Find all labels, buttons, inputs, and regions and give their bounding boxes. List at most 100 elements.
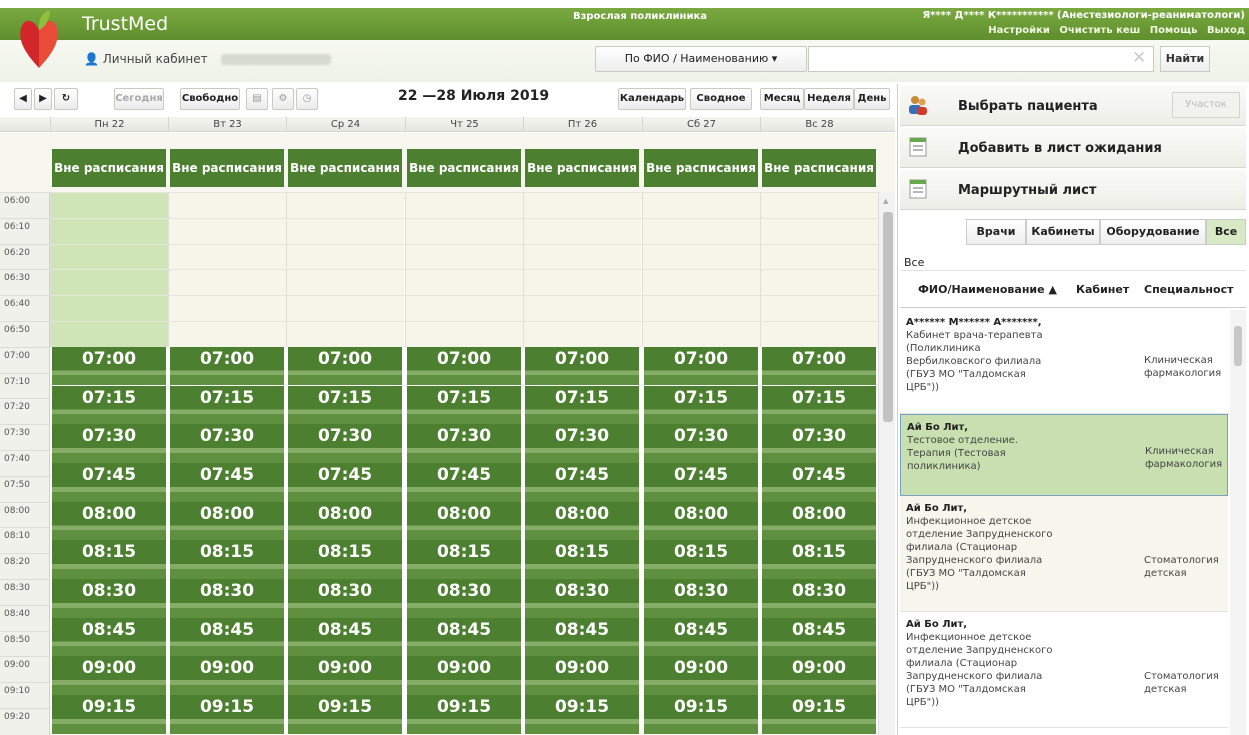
list-item[interactable]: А****** М****** А*******, Кабинет врача-т…: [900, 310, 1228, 414]
time-slot[interactable]: 08:30: [170, 579, 284, 618]
time-slot[interactable]: 08:45: [407, 617, 521, 657]
off-schedule-button[interactable]: Вне расписания: [170, 149, 284, 187]
time-slot[interactable]: 09:15: [525, 695, 639, 734]
area-button[interactable]: Участок: [1172, 92, 1240, 118]
empty-cell[interactable]: [50, 269, 168, 296]
empty-cell[interactable]: [286, 321, 404, 347]
day-header[interactable]: Сб 27: [642, 117, 760, 132]
time-slot[interactable]: 09:15: [407, 695, 521, 734]
time-slot[interactable]: 07:30: [762, 424, 876, 463]
time-slot[interactable]: 07:15: [525, 385, 639, 425]
time-slot[interactable]: 09:00: [644, 656, 758, 696]
time-slot[interactable]: 08:30: [762, 579, 876, 618]
search-input[interactable]: [808, 46, 1154, 72]
find-button[interactable]: Найти: [1160, 46, 1210, 72]
time-slot[interactable]: 07:30: [52, 424, 166, 463]
time-slot[interactable]: 08:45: [644, 617, 758, 657]
time-slot[interactable]: 08:45: [52, 617, 166, 657]
settings-link[interactable]: Настройки: [988, 25, 1050, 36]
time-slot[interactable]: 08:00: [762, 501, 876, 541]
calendar-scrollbar[interactable]: ▲: [878, 192, 895, 735]
time-slot[interactable]: 07:15: [52, 385, 166, 425]
empty-cell[interactable]: [286, 243, 404, 270]
time-slot[interactable]: 08:00: [407, 501, 521, 541]
time-slot[interactable]: 07:00: [525, 346, 639, 386]
empty-cell[interactable]: [286, 269, 404, 296]
refresh-icon[interactable]: ↻: [54, 88, 78, 110]
scroll-thumb[interactable]: [883, 212, 893, 422]
time-slot[interactable]: 08:30: [288, 579, 402, 618]
empty-cell[interactable]: [642, 269, 760, 296]
empty-cell[interactable]: [523, 269, 641, 296]
time-slot[interactable]: 08:15: [644, 540, 758, 579]
add-waitlist-button[interactable]: Добавить в лист ожидания: [900, 128, 1246, 168]
empty-cell[interactable]: [405, 243, 523, 270]
time-slot[interactable]: 09:15: [52, 695, 166, 734]
time-slot[interactable]: 09:15: [170, 695, 284, 734]
summary-button[interactable]: Сводное: [690, 88, 752, 110]
time-slot[interactable]: 07:00: [644, 346, 758, 386]
day-header[interactable]: Ср 24: [286, 117, 404, 132]
time-slot[interactable]: 08:45: [525, 617, 639, 657]
off-schedule-button[interactable]: Вне расписания: [525, 149, 639, 187]
empty-cell[interactable]: [168, 243, 286, 270]
time-slot[interactable]: 09:00: [170, 656, 284, 696]
time-slot[interactable]: 07:00: [762, 346, 876, 386]
help-link[interactable]: Помощь: [1150, 25, 1198, 36]
time-slot[interactable]: 07:30: [525, 424, 639, 463]
empty-cell[interactable]: [50, 243, 168, 270]
list-item[interactable]: Ай Бо Лит, Тестовое отделение. Терапия (Те…: [900, 414, 1228, 496]
time-slot[interactable]: 07:45: [407, 462, 521, 502]
list-item[interactable]: Ай Бо Лит, Инфекционное детское отделение …: [900, 612, 1228, 728]
empty-cell[interactable]: [642, 295, 760, 321]
empty-cell[interactable]: [168, 269, 286, 296]
time-slot[interactable]: 08:45: [762, 617, 876, 657]
time-slot[interactable]: 08:00: [525, 501, 639, 541]
empty-cell[interactable]: [405, 192, 523, 218]
time-slot[interactable]: 07:30: [288, 424, 402, 463]
gear-icon[interactable]: ⚙: [272, 88, 294, 110]
empty-cell[interactable]: [50, 295, 168, 321]
empty-cell[interactable]: [50, 192, 168, 218]
empty-cell[interactable]: [642, 321, 760, 347]
empty-cell[interactable]: [168, 321, 286, 347]
scroll-up-icon[interactable]: ▲: [883, 197, 888, 205]
time-slot[interactable]: 07:45: [762, 462, 876, 502]
time-slot[interactable]: 09:00: [762, 656, 876, 696]
empty-cell[interactable]: [286, 295, 404, 321]
empty-cell[interactable]: [642, 192, 760, 218]
next-icon[interactable]: ▶: [34, 88, 52, 110]
time-slot[interactable]: 09:00: [52, 656, 166, 696]
time-slot[interactable]: 08:15: [52, 540, 166, 579]
time-slot[interactable]: 08:30: [525, 579, 639, 618]
print-icon[interactable]: ▤: [246, 88, 268, 110]
clear-cache-link[interactable]: Очистить кеш: [1059, 25, 1140, 36]
today-button[interactable]: Сегодня: [114, 88, 164, 110]
time-slot[interactable]: 08:45: [288, 617, 402, 657]
empty-cell[interactable]: [760, 192, 878, 218]
clear-icon[interactable]: ✕: [1132, 48, 1146, 68]
empty-cell[interactable]: [760, 269, 878, 296]
clock-icon[interactable]: ◷: [296, 88, 318, 110]
empty-cell[interactable]: [50, 217, 168, 244]
empty-cell[interactable]: [405, 321, 523, 347]
time-slot[interactable]: 08:15: [762, 540, 876, 579]
time-slot[interactable]: 07:15: [644, 385, 758, 425]
day-header[interactable]: Вт 23: [168, 117, 286, 132]
empty-cell[interactable]: [50, 321, 168, 347]
col-specialty[interactable]: Специальност: [1144, 283, 1233, 296]
time-slot[interactable]: 07:00: [52, 346, 166, 386]
prev-icon[interactable]: ◀: [14, 88, 32, 110]
month-view-button[interactable]: Месяц: [760, 88, 804, 110]
week-view-button[interactable]: Неделя: [804, 88, 854, 110]
day-header[interactable]: Вс 28: [760, 117, 878, 132]
time-slot[interactable]: 09:15: [644, 695, 758, 734]
empty-cell[interactable]: [405, 269, 523, 296]
empty-cell[interactable]: [405, 217, 523, 244]
search-type-select[interactable]: По ФИО / Наименованию ▾: [595, 46, 807, 72]
empty-cell[interactable]: [168, 295, 286, 321]
time-slot[interactable]: 08:15: [407, 540, 521, 579]
time-slot[interactable]: 08:15: [288, 540, 402, 579]
day-header[interactable]: Пн 22: [50, 117, 168, 132]
time-slot[interactable]: 07:15: [288, 385, 402, 425]
